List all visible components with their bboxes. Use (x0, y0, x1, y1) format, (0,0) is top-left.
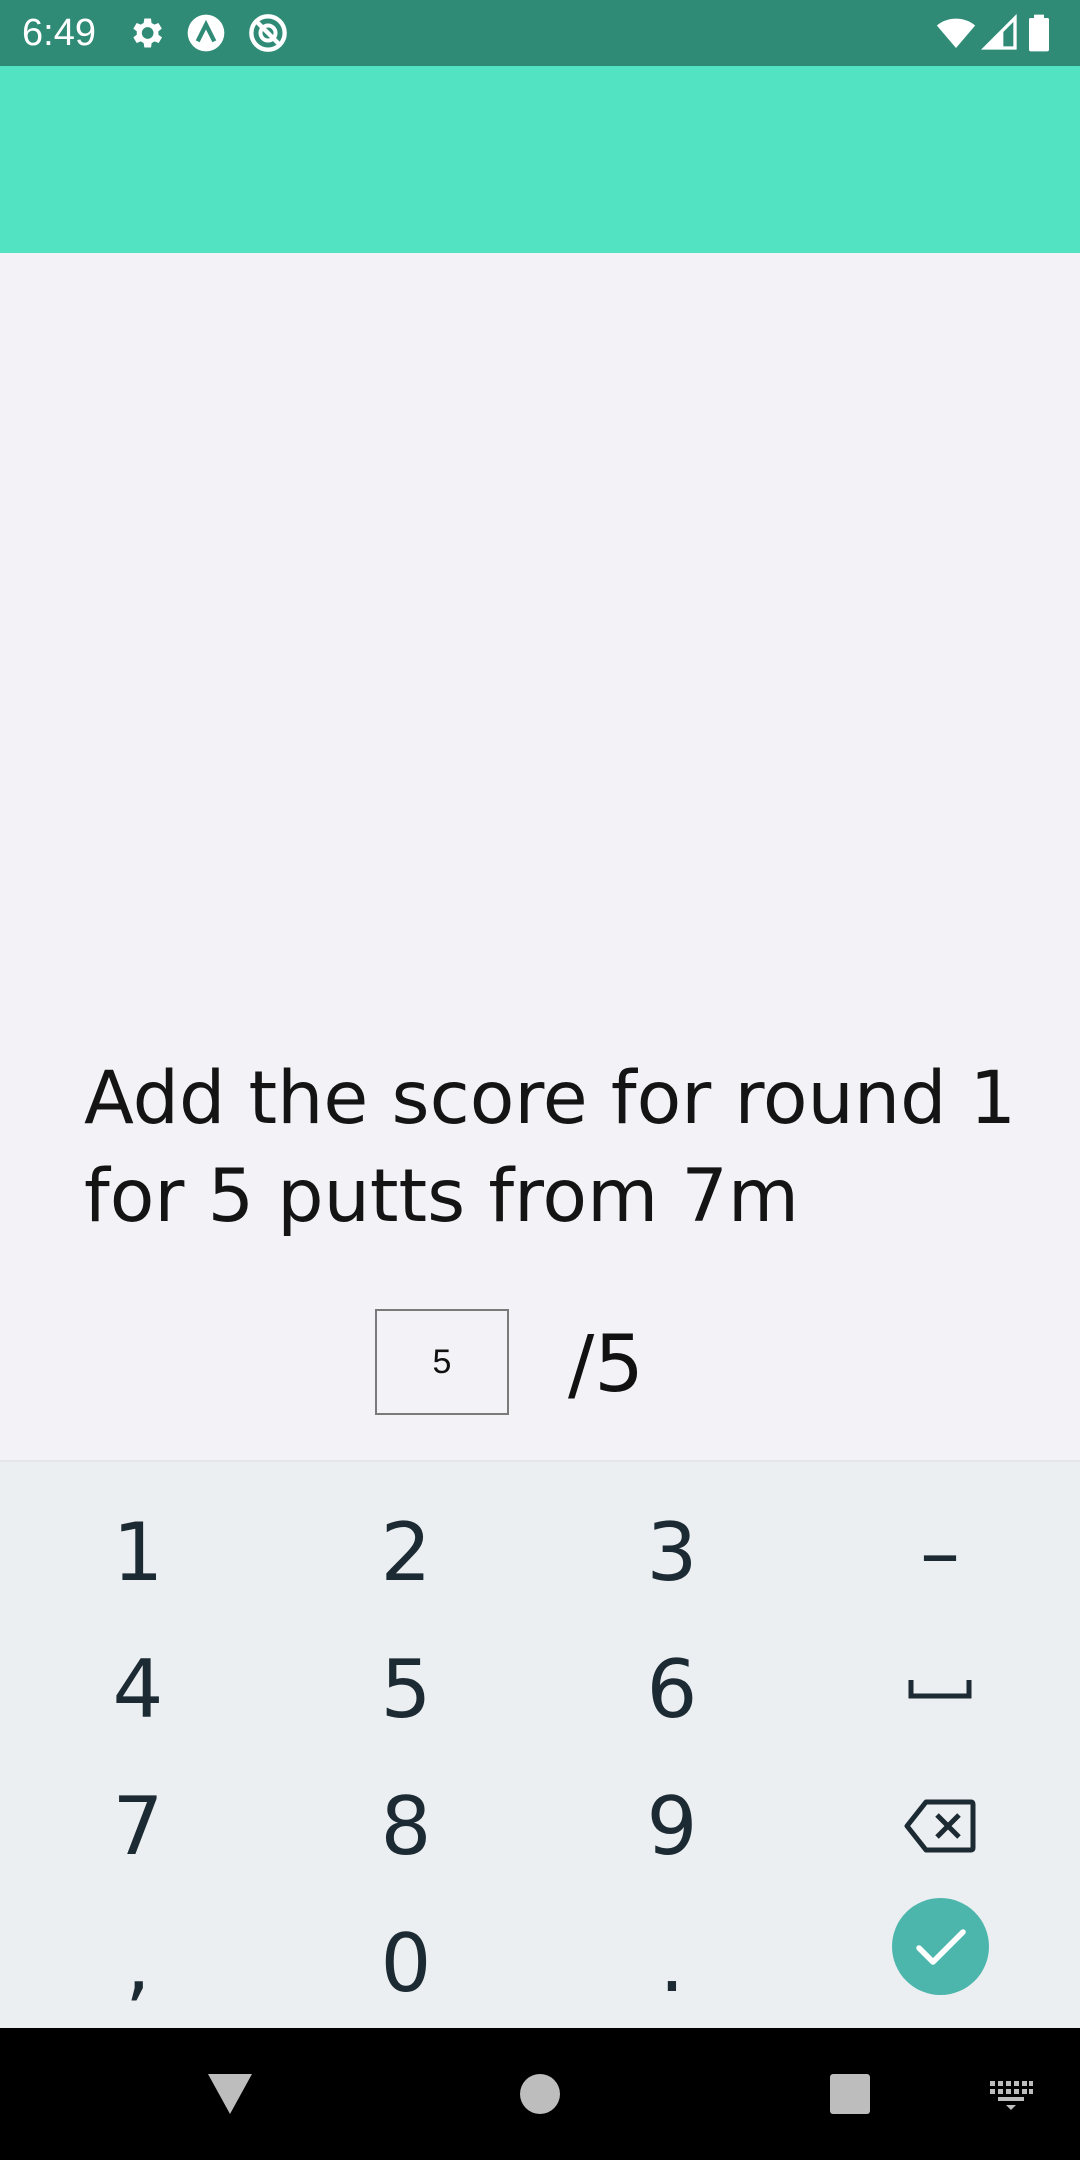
prompt-line-1: Add the score for round 1 (84, 1056, 1017, 1141)
wifi-icon (936, 18, 976, 48)
key-backspace[interactable] (806, 1758, 1074, 1894)
key-0[interactable]: 0 (272, 1895, 540, 2031)
blocked-notification-icon (249, 14, 287, 52)
backspace-icon (904, 1799, 976, 1853)
key-2[interactable]: 2 (272, 1484, 540, 1620)
key-period[interactable]: . (538, 1895, 806, 2031)
key-comma[interactable]: , (4, 1895, 272, 2031)
home-circle-icon (520, 2074, 560, 2114)
main-content (0, 253, 1080, 1460)
key-3[interactable]: 3 (538, 1484, 806, 1620)
nav-recents-button[interactable] (810, 2028, 890, 2160)
score-total: /5 (568, 1320, 644, 1410)
back-triangle-icon (208, 2074, 252, 2114)
space-icon (908, 1680, 972, 1699)
status-bar: 6:49 (0, 0, 1080, 66)
system-navigation-bar (0, 2028, 1080, 2160)
key-6[interactable]: 6 (538, 1621, 806, 1757)
settings-gear-icon (133, 18, 162, 48)
keyboard-switch-icon (990, 2081, 1033, 2110)
key-5[interactable]: 5 (272, 1621, 540, 1757)
keyboard-switch-button[interactable] (976, 2028, 1046, 2160)
score-prompt: Add the score for round 1 for 5 putts fr… (84, 1050, 1024, 1246)
status-time: 6:49 (22, 12, 96, 54)
battery-icon (1029, 14, 1049, 52)
prompt-line-2: for 5 putts from 7m (84, 1154, 799, 1239)
score-input[interactable] (375, 1309, 509, 1415)
cellular-signal-icon (980, 13, 1017, 50)
key-space[interactable] (806, 1621, 1074, 1757)
key-minus[interactable]: – (806, 1484, 1074, 1620)
check-icon (915, 1928, 966, 1965)
recents-square-icon (830, 2074, 870, 2114)
app-bar (0, 66, 1080, 253)
app-notification-icon (187, 14, 225, 52)
done-button[interactable] (892, 1898, 989, 1995)
nav-home-button[interactable] (500, 2028, 580, 2160)
nav-back-button[interactable] (190, 2028, 270, 2160)
key-4[interactable]: 4 (4, 1621, 272, 1757)
key-8[interactable]: 8 (272, 1758, 540, 1894)
key-1[interactable]: 1 (4, 1484, 272, 1620)
key-9[interactable]: 9 (538, 1758, 806, 1894)
key-7[interactable]: 7 (4, 1758, 272, 1894)
